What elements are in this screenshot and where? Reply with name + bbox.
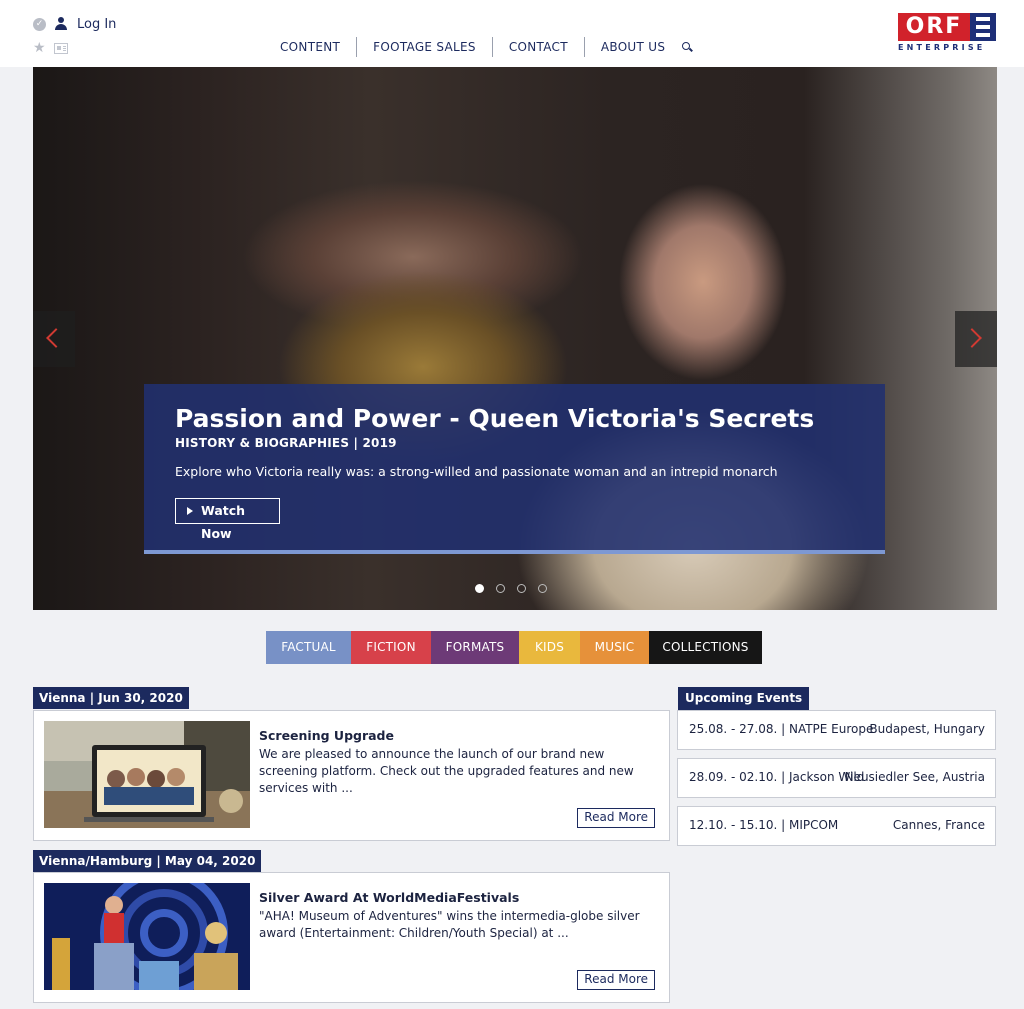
logo-wordmark: ORF [898, 13, 970, 41]
chevron-right-icon [962, 328, 982, 348]
event-item[interactable]: 25.08. - 27.08. | NATPE Europe Budapest,… [677, 710, 996, 750]
news-excerpt: We are pleased to announce the launch of… [259, 747, 634, 795]
category-factual[interactable]: FACTUAL [266, 631, 351, 664]
newsletter-icon[interactable] [53, 42, 68, 54]
event-place: Budapest, Hungary [869, 722, 985, 736]
category-formats[interactable]: FORMATS [431, 631, 519, 664]
event-place: Cannes, France [892, 818, 985, 832]
slider-dot-4[interactable] [538, 584, 547, 593]
category-fiction[interactable]: FICTION [351, 631, 431, 664]
hero-title: Passion and Power - Queen Victoria's Sec… [175, 404, 815, 433]
login-link[interactable]: Log In [77, 17, 116, 32]
category-collections[interactable]: COLLECTIONS [649, 631, 762, 664]
search-icon[interactable] [682, 42, 692, 52]
nav-content[interactable]: CONTENT [264, 37, 358, 57]
user-icon[interactable] [55, 17, 67, 31]
read-more-button[interactable]: Read More [577, 970, 655, 990]
category-music[interactable]: MUSIC [580, 631, 649, 664]
star-icon[interactable]: ★ [33, 41, 46, 55]
event-dates: 12.10. - 15.10. | MIPCOM [689, 818, 839, 832]
hero-prev-button[interactable] [33, 311, 75, 367]
check-icon[interactable]: ✓ [33, 17, 46, 31]
event-item[interactable]: 28.09. - 02.10. | Jackson Wild Neusiedle… [677, 758, 996, 798]
slider-dots [475, 584, 559, 593]
news-title[interactable]: Screening Upgrade [259, 728, 394, 743]
slider-dot-3[interactable] [517, 584, 526, 593]
event-place: Neusiedler See, Austria [844, 770, 985, 784]
hero-meta: HISTORY & BIOGRAPHIES | 2019 [175, 436, 397, 450]
events-heading: Upcoming Events [678, 687, 810, 710]
logo-subtitle: ENTERPRISE [898, 43, 986, 52]
slider-dot-1[interactable] [475, 584, 484, 593]
event-item[interactable]: 12.10. - 15.10. | MIPCOM Cannes, France [677, 806, 996, 846]
play-icon [187, 507, 193, 515]
news-title[interactable]: Silver Award At WorldMediaFestivals [259, 890, 519, 905]
site-header: ✓ Log In ★ CONTENT FOOTAGE SALES CONTACT… [0, 0, 1024, 67]
slider-dot-2[interactable] [496, 584, 505, 593]
utility-links: ✓ Log In ★ [33, 15, 116, 63]
category-kids[interactable]: KIDS [519, 631, 580, 664]
nav-contact[interactable]: CONTACT [493, 37, 585, 57]
nav-about-us[interactable]: ABOUT US [585, 37, 681, 57]
hero-next-button[interactable] [955, 311, 997, 367]
news-card[interactable]: Silver Award At WorldMediaFestivals "AHA… [33, 872, 670, 1003]
news-thumbnail[interactable] [44, 721, 250, 828]
logo-e-mark [970, 13, 996, 41]
news-thumbnail[interactable] [44, 883, 250, 990]
nav-footage-sales[interactable]: FOOTAGE SALES [357, 37, 493, 57]
read-more-button[interactable]: Read More [577, 808, 655, 828]
watch-now-button[interactable]: Watch Now [175, 498, 280, 541]
news-tag: Vienna | Jun 30, 2020 [33, 687, 189, 709]
news-excerpt: "AHA! Museum of Adventures" wins the int… [259, 909, 640, 940]
main-nav: CONTENT FOOTAGE SALES CONTACT ABOUT US [264, 37, 692, 57]
hero-description: Explore who Victoria really was: a stron… [175, 464, 778, 479]
hero-caption: Passion and Power - Queen Victoria's Sec… [144, 384, 885, 554]
event-dates: 28.09. - 02.10. | Jackson Wild [689, 770, 865, 784]
chevron-left-icon [46, 328, 66, 348]
news-card[interactable]: Screening Upgrade We are pleased to anno… [33, 710, 670, 841]
category-tabs: FACTUAL FICTION FORMATS KIDS MUSIC COLLE… [266, 631, 762, 664]
orf-enterprise-logo[interactable]: ORF ENTERPRISE [898, 13, 996, 53]
hero-slider: Passion and Power - Queen Victoria's Sec… [33, 67, 997, 610]
event-dates: 25.08. - 27.08. | NATPE Europe [689, 722, 874, 736]
watch-now-label: Watch Now [201, 503, 246, 541]
news-tag: Vienna/Hamburg | May 04, 2020 [33, 850, 262, 872]
